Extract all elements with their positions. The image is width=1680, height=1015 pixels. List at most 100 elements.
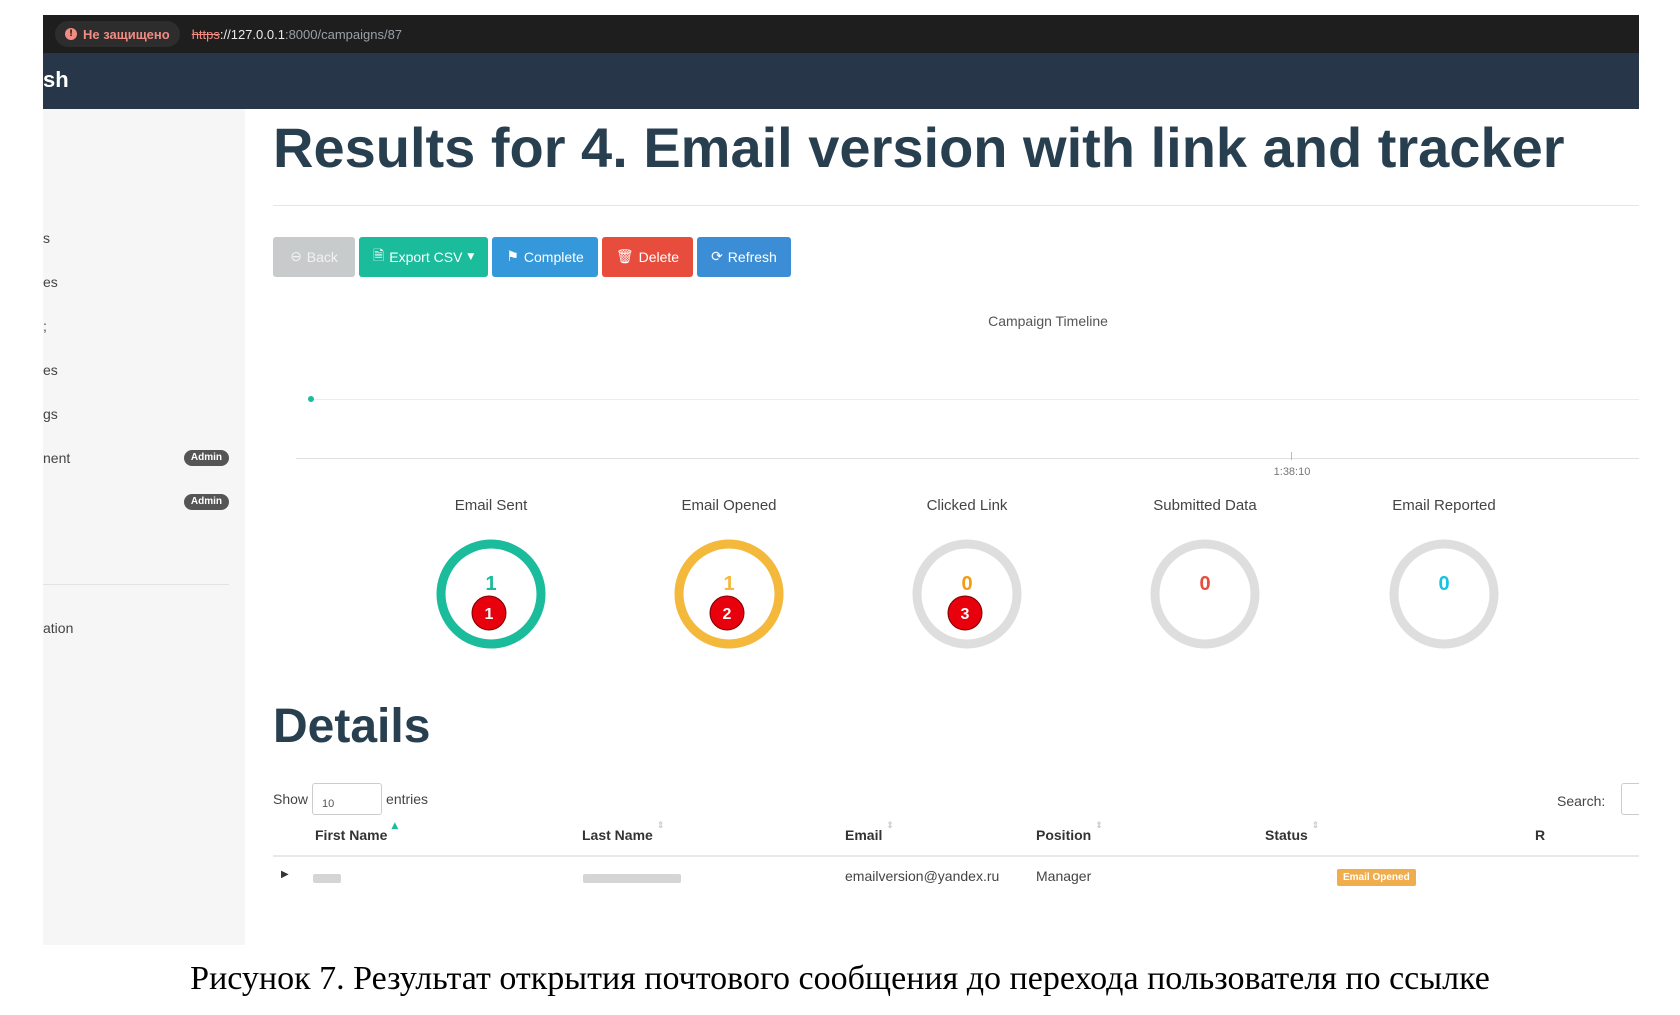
sidebar-item[interactable]: s xyxy=(43,226,229,250)
complete-button-label: Complete xyxy=(523,249,584,265)
stat-label: Email Opened xyxy=(681,497,777,514)
column-label: Position xyxy=(1036,827,1092,843)
stat-ring-chart: 11 xyxy=(436,539,546,649)
column-label: First Name xyxy=(315,827,388,843)
sidebar-item-label: ation xyxy=(43,620,74,636)
column-label: Email xyxy=(845,827,883,843)
url-host: ://127.0.0.1 xyxy=(219,26,285,42)
browser-address-bar: ! Не защищено https://127.0.0.1:8000/cam… xyxy=(43,15,1639,53)
column-label: Last Name xyxy=(582,827,653,843)
entries-label: entries xyxy=(386,791,429,807)
status-badge: Email Opened xyxy=(1337,869,1416,886)
url-scheme: https xyxy=(191,26,220,42)
last-name-redacted xyxy=(583,874,681,883)
top-navbar: sh xyxy=(43,53,1639,109)
stat-label: Clicked Link xyxy=(926,497,1008,514)
sidebar-item-label: gs xyxy=(43,406,58,422)
sort-asc-icon: ▲ xyxy=(391,821,399,831)
caret-down-icon: ▼ xyxy=(467,252,475,262)
export-csv-button[interactable]: 🗎 Export CSV ▼ xyxy=(359,237,489,277)
stat-ring-chart: 12 xyxy=(674,539,784,649)
flag-icon: ⚑ xyxy=(506,249,519,265)
column-status[interactable]: Status ⇕ xyxy=(1265,821,1319,843)
timeline-tick-label: 1:38:10 xyxy=(1273,466,1311,478)
page-title: Results for 4. Email version with link a… xyxy=(273,116,1565,179)
stat-ring-chart: 0 xyxy=(1389,539,1499,649)
url-path: :8000/campaigns/87 xyxy=(284,26,403,42)
sidebar-item[interactable]: gs xyxy=(43,402,229,426)
delete-button[interactable]: 🗑 Delete xyxy=(601,237,694,277)
stat-card: Clicked Link 0 3 xyxy=(872,497,1062,654)
show-label: Show xyxy=(273,791,309,807)
first-name-redacted xyxy=(313,874,341,883)
search-input[interactable] xyxy=(1621,783,1639,815)
sidebar-item[interactable]: es xyxy=(43,358,229,382)
details-heading: Details xyxy=(273,700,431,753)
delete-button-label: Delete xyxy=(638,249,680,265)
stat-value: 0 xyxy=(1438,573,1449,595)
timeline-axis xyxy=(296,458,1639,459)
stat-card: Email Opened 1 2 xyxy=(634,497,824,654)
figure-caption: Рисунок 7. Результат открытия почтового … xyxy=(190,960,1490,997)
back-button[interactable]: ⊖ Back xyxy=(273,237,355,277)
refresh-button[interactable]: ⟳ Refresh xyxy=(697,237,791,277)
column-reported[interactable]: R xyxy=(1535,827,1545,843)
admin-badge: Admin xyxy=(183,450,229,466)
sidebar-item[interactable]: es xyxy=(43,270,229,294)
stat-ring-chart: 03 xyxy=(912,539,1022,649)
sidebar-item-label: es xyxy=(43,274,58,290)
sidebar-divider xyxy=(43,584,229,585)
file-icon: 🗎 xyxy=(373,248,385,264)
trash-icon: 🗑 xyxy=(615,249,634,265)
sidebar-item[interactable]: ation xyxy=(43,616,229,640)
column-first-name[interactable]: First Name ▲ xyxy=(315,821,398,843)
row-email: emailversion@yandex.ru xyxy=(845,868,1000,884)
screenshot-frame: ! Не защищено https://127.0.0.1:8000/cam… xyxy=(43,15,1639,945)
security-indicator[interactable]: ! Не защищено xyxy=(55,21,180,47)
stat-label: Email Sent xyxy=(454,497,528,514)
sidebar-item-admin[interactable]: nent Admin xyxy=(43,446,229,470)
sidebar-item[interactable]: ; xyxy=(43,314,229,338)
sort-icon: ⇕ xyxy=(886,821,894,831)
timeline-title: Campaign Timeline xyxy=(988,313,1108,329)
sidebar-item-label: nent xyxy=(43,450,71,466)
entries-select[interactable]: 10 xyxy=(312,783,383,815)
search-label: Search: xyxy=(1557,793,1606,809)
stat-card: Email Reported 0 xyxy=(1349,497,1539,654)
sidebar-item-label: es xyxy=(43,362,58,378)
security-label: Не защищено xyxy=(83,26,170,42)
stat-ring-chart: 0 xyxy=(1150,539,1260,649)
stat-value: 1 xyxy=(723,573,734,595)
column-label: R xyxy=(1535,827,1546,843)
sidebar-item-admin[interactable]: Admin xyxy=(43,490,229,514)
brand-logo-text[interactable]: sh xyxy=(43,67,69,93)
row-position: Manager xyxy=(1036,868,1092,884)
show-entries-control: Show 10 entries xyxy=(273,783,428,815)
column-position[interactable]: Position ⇕ xyxy=(1036,821,1103,843)
back-arrow-icon: ⊖ xyxy=(290,249,302,265)
stat-label: Submitted Data xyxy=(1153,497,1257,514)
entries-value: 10 xyxy=(322,798,335,810)
admin-badge: Admin xyxy=(183,494,229,510)
expand-row-icon[interactable]: ▶ xyxy=(281,869,289,880)
table-row[interactable]: ▶ emailversion@yandex.ru Manager Email O… xyxy=(273,857,1639,897)
export-csv-label: Export CSV xyxy=(389,249,463,265)
column-last-name[interactable]: Last Name ⇕ xyxy=(582,821,664,843)
complete-button[interactable]: ⚑ Complete xyxy=(492,237,598,277)
timeline-tick xyxy=(1291,452,1292,460)
sidebar-item-label: ; xyxy=(43,318,47,334)
refresh-button-label: Refresh xyxy=(727,249,777,265)
stat-card: Email Sent 1 1 xyxy=(396,497,586,654)
column-label: Status xyxy=(1265,827,1308,843)
column-email[interactable]: Email ⇕ xyxy=(845,821,894,843)
url-field[interactable]: https://127.0.0.1:8000/campaigns/87 xyxy=(192,27,402,42)
stat-value: 1 xyxy=(485,573,496,595)
annotation-marker-number: 3 xyxy=(961,606,970,623)
stat-value: 0 xyxy=(961,573,972,595)
timeline-event-point[interactable] xyxy=(308,396,314,402)
annotation-marker-number: 1 xyxy=(485,606,494,623)
warning-icon: ! xyxy=(65,28,77,40)
timeline-track xyxy=(311,399,1639,400)
title-divider xyxy=(273,205,1639,206)
sidebar: s es ; es gs nent Admin Admin ation xyxy=(43,109,245,945)
